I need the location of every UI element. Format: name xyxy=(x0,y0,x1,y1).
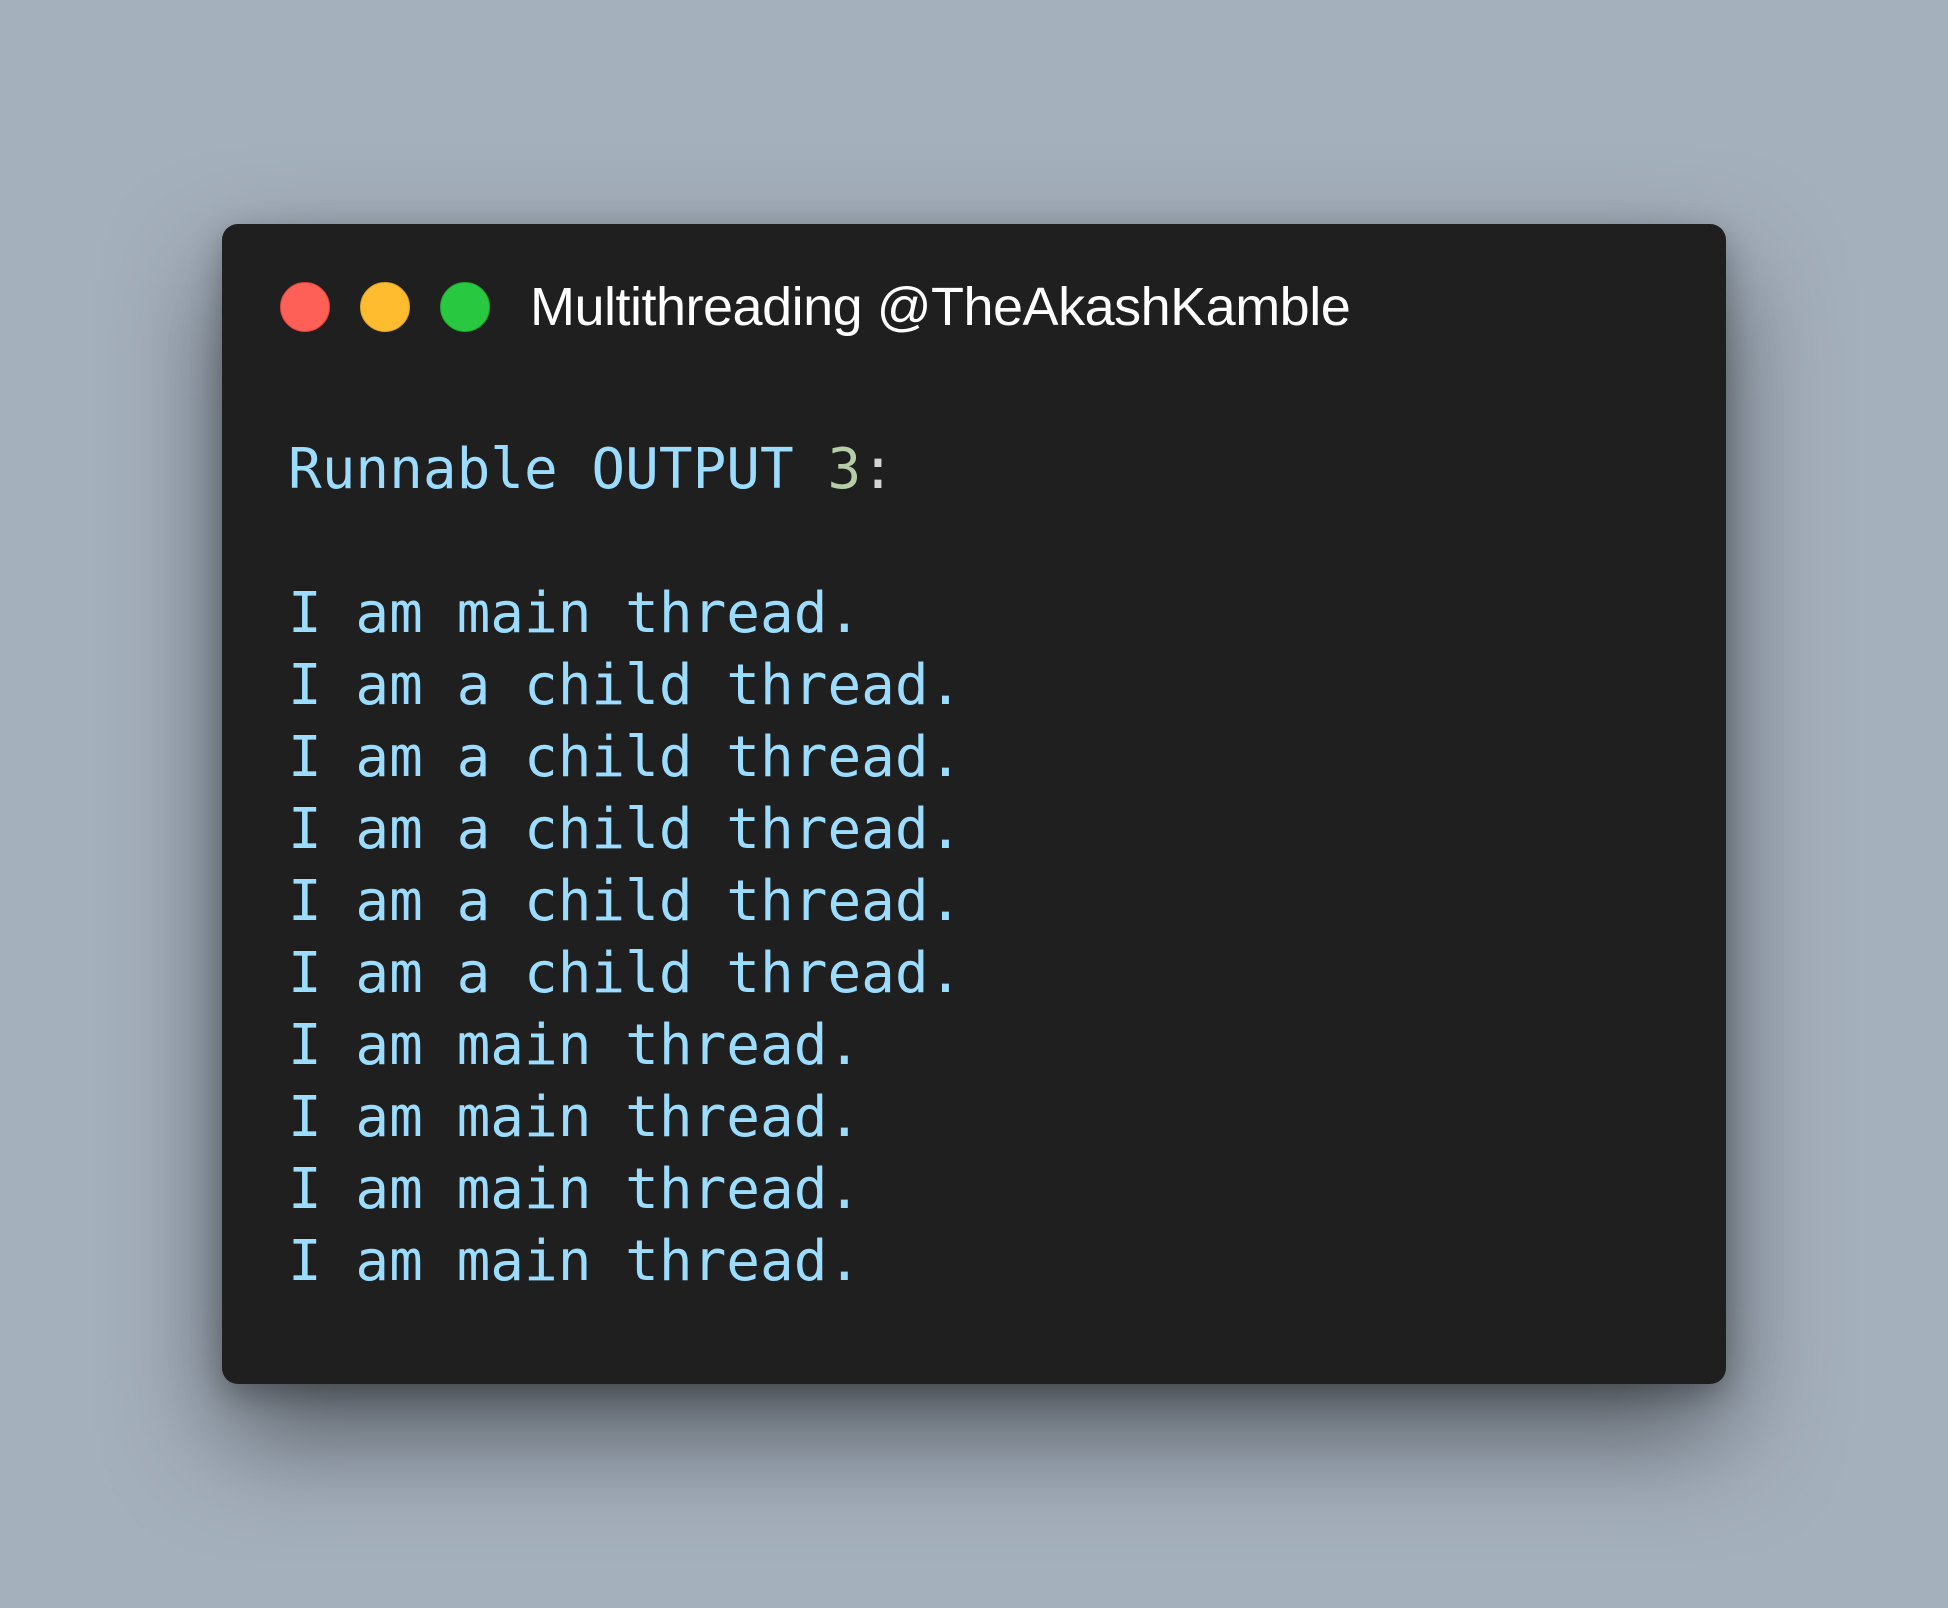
output-heading: Runnable OUTPUT 3: xyxy=(288,434,962,506)
output-line: I am a child thread. xyxy=(288,797,963,862)
code-output: Runnable OUTPUT 3: I am main thread. I am … xyxy=(288,434,962,1298)
output-line: I am main thread. xyxy=(288,1157,862,1222)
output-line: I am main thread. xyxy=(288,1013,862,1078)
output-line: I am a child thread. xyxy=(288,869,963,934)
output-line: I am main thread. xyxy=(288,1229,862,1294)
title-bar: Multithreading @TheAkashKamble xyxy=(280,272,1686,342)
heading-number: 3 xyxy=(827,437,862,502)
output-line: I am a child thread. xyxy=(288,941,963,1006)
minimize-icon xyxy=(360,282,410,332)
code-window: Multithreading @TheAkashKamble Runnable … xyxy=(222,224,1726,1384)
heading-colon: : xyxy=(861,437,895,502)
window-title: Multithreading @TheAkashKamble xyxy=(530,277,1351,337)
output-line: I am main thread. xyxy=(288,1085,862,1150)
heading-words: Runnable OUTPUT xyxy=(288,437,828,502)
output-line: I am a child thread. xyxy=(288,725,963,790)
maximize-icon xyxy=(440,282,490,332)
output-line: I am main thread. xyxy=(288,581,862,646)
output-line: I am a child thread. xyxy=(288,653,963,718)
close-icon xyxy=(280,282,330,332)
